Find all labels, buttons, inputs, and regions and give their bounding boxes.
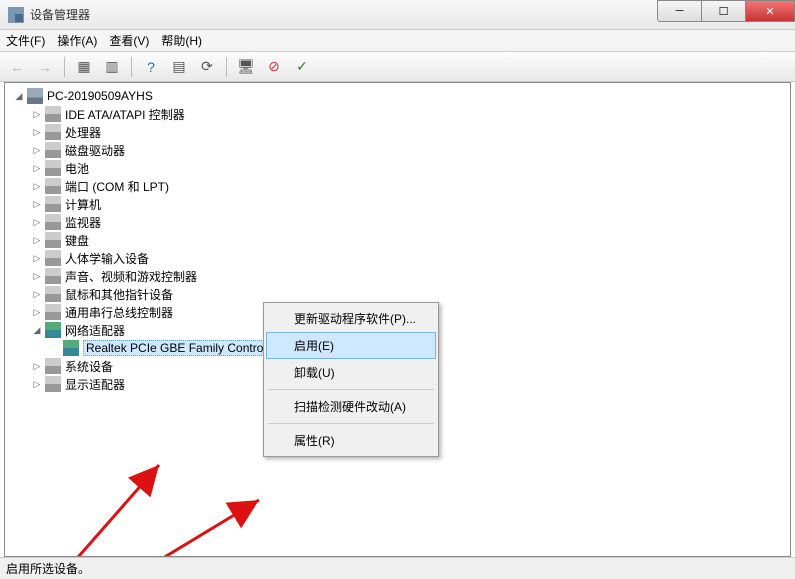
expander-icon[interactable]: ▷: [31, 180, 43, 192]
device-icon: [27, 88, 43, 104]
toolbar-separator: [64, 57, 65, 77]
device-icon: [45, 124, 61, 140]
tree-category[interactable]: ▷ 声音、视频和游戏控制器: [9, 267, 790, 285]
toolbar-btn-1[interactable]: ▦: [73, 56, 95, 78]
tree-category[interactable]: ▷ IDE ATA/ATAPI 控制器: [9, 105, 790, 123]
expander-icon[interactable]: ◢: [13, 90, 25, 102]
tree-category[interactable]: ▷ 鼠标和其他指针设备: [9, 285, 790, 303]
tree-category[interactable]: ▷ 人体学输入设备: [9, 249, 790, 267]
expander-icon[interactable]: ▷: [31, 252, 43, 264]
device-icon: [45, 106, 61, 122]
device-icon: [63, 340, 79, 356]
device-icon: [45, 250, 61, 266]
tree-category[interactable]: ▷ 监视器: [9, 213, 790, 231]
tree-label[interactable]: 计算机: [65, 196, 101, 213]
back-button[interactable]: ←: [6, 56, 28, 78]
device-icon: [45, 358, 61, 374]
context-menu: 更新驱动程序软件(P)... 启用(E) 卸载(U) 扫描检测硬件改动(A) 属…: [263, 302, 439, 457]
forward-button[interactable]: →: [34, 56, 56, 78]
toolbar-separator: [226, 57, 227, 77]
ctx-separator: [268, 423, 434, 424]
expander-icon[interactable]: ◢: [31, 324, 43, 336]
tree-category[interactable]: ▷ 端口 (COM 和 LPT): [9, 177, 790, 195]
tree-label[interactable]: 磁盘驱动器: [65, 142, 125, 159]
menu-action[interactable]: 操作(A): [57, 32, 97, 49]
ctx-scan[interactable]: 扫描检测硬件改动(A): [266, 393, 436, 420]
tree-label[interactable]: 系统设备: [65, 358, 113, 375]
device-icon: [45, 268, 61, 284]
device-icon: [45, 142, 61, 158]
close-button[interactable]: ✕: [745, 0, 795, 22]
enable-button[interactable]: ✓: [291, 56, 313, 78]
expander-icon[interactable]: ▷: [31, 360, 43, 372]
status-bar: 启用所选设备。: [0, 557, 795, 579]
scan-hardware-button[interactable]: 🖥: [235, 56, 257, 78]
tree-label[interactable]: PC-20190509AYHS: [47, 89, 153, 103]
tree-category[interactable]: ▷ 处理器: [9, 123, 790, 141]
tree-category[interactable]: ▷ 计算机: [9, 195, 790, 213]
minimize-button[interactable]: ─: [657, 0, 702, 22]
status-text: 启用所选设备。: [6, 560, 90, 577]
menu-help[interactable]: 帮助(H): [161, 32, 202, 49]
expander-icon[interactable]: ▷: [31, 216, 43, 228]
app-icon: [8, 7, 24, 23]
tree-label[interactable]: 处理器: [65, 124, 101, 141]
expander-icon[interactable]: ▷: [31, 126, 43, 138]
expander-icon[interactable]: ▷: [31, 270, 43, 282]
tree-label[interactable]: 监视器: [65, 214, 101, 231]
toolbar-btn-4[interactable]: ▤: [168, 56, 190, 78]
tree-label[interactable]: 电池: [65, 160, 89, 177]
device-icon: [45, 286, 61, 302]
tree-label[interactable]: 端口 (COM 和 LPT): [65, 178, 169, 195]
menu-file[interactable]: 文件(F): [6, 32, 45, 49]
ctx-uninstall[interactable]: 卸载(U): [266, 359, 436, 386]
device-icon: [45, 160, 61, 176]
toolbar-separator: [131, 57, 132, 77]
toolbar-btn-2[interactable]: ▥: [101, 56, 123, 78]
tree-label[interactable]: 人体学输入设备: [65, 250, 149, 267]
device-icon: [45, 214, 61, 230]
tree-category[interactable]: ▷ 电池: [9, 159, 790, 177]
title-bar: 设备管理器 ─ ☐ ✕: [0, 0, 795, 30]
tree-label[interactable]: 键盘: [65, 232, 89, 249]
ctx-properties[interactable]: 属性(R): [266, 427, 436, 454]
device-icon: [45, 304, 61, 320]
tree-label[interactable]: 显示适配器: [65, 376, 125, 393]
expander-icon[interactable]: ▷: [31, 306, 43, 318]
expander-icon[interactable]: ▷: [31, 288, 43, 300]
ctx-enable[interactable]: 启用(E): [266, 332, 436, 359]
device-icon: [45, 376, 61, 392]
tree-category[interactable]: ▷ 键盘: [9, 231, 790, 249]
maximize-button[interactable]: ☐: [701, 0, 746, 22]
expander-icon[interactable]: ▷: [31, 378, 43, 390]
help-button[interactable]: ?: [140, 56, 162, 78]
expander-icon[interactable]: ▷: [31, 234, 43, 246]
disable-button[interactable]: ⊘: [263, 56, 285, 78]
tree-label[interactable]: 鼠标和其他指针设备: [65, 286, 173, 303]
tree-label[interactable]: 声音、视频和游戏控制器: [65, 268, 197, 285]
ctx-separator: [268, 389, 434, 390]
window-controls: ─ ☐ ✕: [658, 0, 795, 22]
menu-bar: 文件(F) 操作(A) 查看(V) 帮助(H): [0, 30, 795, 52]
device-icon: [45, 232, 61, 248]
tree-label[interactable]: 通用串行总线控制器: [65, 304, 173, 321]
expander-icon[interactable]: ▷: [31, 162, 43, 174]
expander-icon[interactable]: ▷: [31, 108, 43, 120]
window-title: 设备管理器: [30, 6, 90, 23]
menu-view[interactable]: 查看(V): [109, 32, 149, 49]
toolbar-btn-5[interactable]: ⟳: [196, 56, 218, 78]
expander-icon[interactable]: ▷: [31, 144, 43, 156]
tree-label[interactable]: IDE ATA/ATAPI 控制器: [65, 106, 185, 123]
toolbar: ← → ▦ ▥ ? ▤ ⟳ 🖥 ⊘ ✓: [0, 52, 795, 82]
device-icon: [45, 322, 61, 338]
expander-icon[interactable]: ▷: [31, 198, 43, 210]
device-icon: [45, 178, 61, 194]
tree-root[interactable]: ◢ PC-20190509AYHS: [9, 87, 790, 105]
ctx-update-driver[interactable]: 更新驱动程序软件(P)...: [266, 305, 436, 332]
tree-label[interactable]: 网络适配器: [65, 322, 125, 339]
device-icon: [45, 196, 61, 212]
tree-category[interactable]: ▷ 磁盘驱动器: [9, 141, 790, 159]
tree-label[interactable]: Realtek PCIe GBE Family Controller: [83, 340, 282, 356]
